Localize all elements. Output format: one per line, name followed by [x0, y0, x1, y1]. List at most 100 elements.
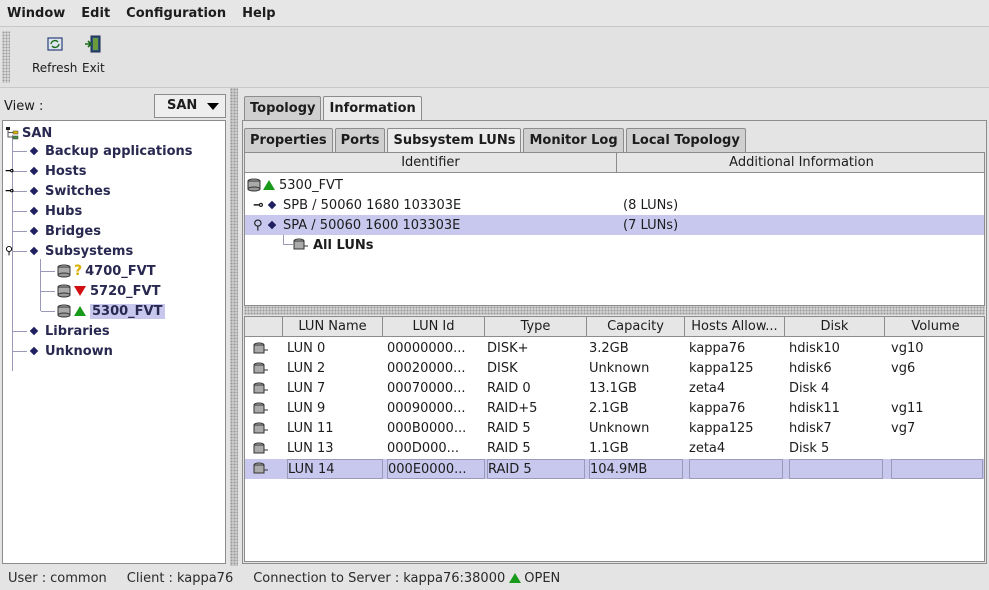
tree-table-row[interactable]: ⊸ SPB / 50060 1680 103303E (8 LUNs) — [245, 195, 984, 215]
cell-capacity: 104.9MB — [589, 459, 683, 479]
storage-disk-icon — [247, 178, 261, 192]
expand-handle-icon[interactable]: ⊸ — [5, 185, 17, 197]
menu-window[interactable]: Window — [4, 6, 68, 21]
node-bullet-icon — [267, 220, 277, 230]
cell-lun-name: LUN 0 — [287, 341, 326, 356]
cell-hosts-allowed — [689, 459, 783, 479]
vertical-splitter[interactable] — [230, 88, 238, 566]
tab-information[interactable]: Information — [323, 96, 422, 120]
column-header-type[interactable]: Type — [485, 317, 587, 337]
storage-processor-table: Identifier Additional Information 5300_F… — [244, 152, 985, 306]
tab-topology[interactable]: Topology — [244, 96, 322, 120]
collapse-handle-icon[interactable]: ⚲ — [5, 245, 17, 257]
tab-local-topology[interactable]: Local Topology — [625, 128, 746, 152]
san-network-icon — [6, 127, 19, 140]
view-selected-value: SAN — [167, 98, 198, 113]
cell-lun-name: LUN 11 — [287, 421, 334, 436]
menu-help[interactable]: Help — [239, 6, 278, 21]
cell-volume — [891, 459, 983, 479]
view-row: View : SAN — [0, 94, 230, 118]
column-header-icon[interactable] — [245, 317, 283, 337]
tree-table-row[interactable]: 5300_FVT — [245, 175, 984, 195]
storage-disk-icon — [57, 304, 71, 318]
menu-configuration[interactable]: Configuration — [123, 6, 229, 21]
collapse-handle-icon[interactable]: ⚲ — [253, 218, 265, 233]
cell-capacity: 2.1GB — [589, 401, 629, 416]
node-bullet-icon — [29, 146, 39, 156]
column-header-disk[interactable]: Disk — [785, 317, 885, 337]
cell-disk: Disk 5 — [789, 441, 830, 456]
lun-row[interactable]: LUN 7 00070000... RAID 0 13.1GB zeta4 Disk 4 — [245, 379, 984, 399]
tab-monitor-log[interactable]: Monitor Log — [523, 128, 624, 152]
cell-volume: vg6 — [891, 361, 916, 376]
tree-item-subsystems[interactable]: Subsystems — [29, 241, 133, 261]
lun-table: LUN Name LUN Id Type Capacity Hosts Allo… — [244, 316, 985, 562]
toolbar-grip[interactable] — [2, 31, 10, 83]
exit-button[interactable]: Exit — [82, 35, 105, 75]
expand-handle-icon[interactable]: ⊸ — [5, 165, 17, 177]
node-bullet-icon — [29, 246, 39, 256]
tree-item-label: Bridges — [45, 223, 101, 239]
tab-subsystem-luns[interactable]: Subsystem LUNs — [387, 128, 522, 152]
column-header-volume[interactable]: Volume — [885, 317, 984, 337]
lun-row[interactable]: LUN 9 00090000... RAID+5 2.1GB kappa76 hdisk1… — [245, 399, 984, 419]
tree-line — [41, 271, 55, 272]
node-bullet-icon — [29, 186, 39, 196]
node-bullet-icon — [29, 346, 39, 356]
lun-disk-icon — [253, 342, 268, 354]
column-header-hosts-allowed[interactable]: Hosts Allow... — [685, 317, 785, 337]
connection-state: OPEN — [524, 570, 561, 586]
cell-hosts-allowed: zeta4 — [689, 381, 726, 396]
tree-item-label: Switches — [45, 183, 111, 199]
tree-item-backup-applications[interactable]: Backup applications — [29, 141, 193, 161]
view-selector[interactable]: SAN — [154, 94, 226, 118]
cell-lun-name: LUN 13 — [287, 441, 334, 456]
cell-type: RAID+5 — [487, 401, 538, 416]
column-header-identifier[interactable]: Identifier — [245, 153, 617, 173]
tree-line — [40, 259, 41, 311]
tree-item-switches[interactable]: Switches — [29, 181, 111, 201]
lun-row-selected[interactable]: LUN 14 000E0000... RAID 5 104.9MB — [245, 459, 984, 479]
menu-edit[interactable]: Edit — [78, 6, 113, 21]
row-info: (7 LUNs) — [623, 217, 679, 233]
column-header-lun-id[interactable]: LUN Id — [383, 317, 485, 337]
tree-table-row[interactable]: All LUNs — [245, 235, 984, 255]
expand-handle-icon[interactable]: ⊸ — [253, 198, 265, 213]
lun-row[interactable]: LUN 0 00000000... DISK+ 3.2GB kappa76 hdisk10… — [245, 339, 984, 359]
tree-item-hosts[interactable]: Hosts — [29, 161, 87, 181]
tree-item-5300-fvt[interactable]: 5300_FVT — [57, 301, 165, 321]
tab-ports[interactable]: Ports — [334, 128, 386, 152]
cell-volume: vg7 — [891, 421, 916, 436]
tree-item-5720-fvt[interactable]: 5720_FVT — [57, 281, 161, 301]
tree-item-hubs[interactable]: Hubs — [29, 201, 83, 221]
cell-lun-id: 00070000... — [387, 381, 466, 396]
tree-item-4700-fvt[interactable]: ? 4700_FVT — [57, 261, 156, 281]
cell-volume — [891, 439, 983, 459]
horizontal-splitter[interactable] — [244, 306, 985, 315]
tree-line — [41, 291, 55, 292]
column-header-capacity[interactable]: Capacity — [587, 317, 685, 337]
server-value: kappa76:38000 — [403, 570, 506, 586]
cell-lun-name: LUN 14 — [287, 459, 383, 479]
chevron-down-icon — [207, 103, 219, 110]
cell-type: RAID 5 — [487, 459, 585, 479]
tree-root-san[interactable]: SAN — [5, 123, 52, 143]
column-header-lun-name[interactable]: LUN Name — [283, 317, 383, 337]
cell-capacity: Unknown — [589, 361, 650, 376]
refresh-button[interactable]: Refresh — [32, 35, 77, 75]
tree-item-unknown[interactable]: Unknown — [29, 341, 113, 361]
lun-row[interactable]: LUN 2 00020000... DISK Unknown kappa125 hdisk… — [245, 359, 984, 379]
cell-hosts-allowed: zeta4 — [689, 441, 726, 456]
tree-table-row-selected[interactable]: ⚲ SPA / 50060 1600 103303E (7 LUNs) — [245, 215, 984, 235]
lun-row[interactable]: LUN 11 000B0000... RAID 5 Unknown kappa125 hd… — [245, 419, 984, 439]
tree-item-bridges[interactable]: Bridges — [29, 221, 101, 241]
tree-item-label: 5720_FVT — [90, 283, 161, 299]
tree-item-label: Hubs — [45, 203, 83, 219]
ok-up-triangle-icon — [263, 180, 275, 190]
lun-row[interactable]: LUN 13 000D000... RAID 5 1.1GB zeta4 Disk 5 — [245, 439, 984, 459]
tab-properties[interactable]: Properties — [244, 128, 333, 152]
cell-lun-id: 000B0000... — [387, 421, 467, 436]
tree-item-libraries[interactable]: Libraries — [29, 321, 110, 341]
right-panel: Topology Information Properties Ports Su… — [238, 88, 989, 566]
column-header-additional-info[interactable]: Additional Information — [617, 153, 984, 173]
